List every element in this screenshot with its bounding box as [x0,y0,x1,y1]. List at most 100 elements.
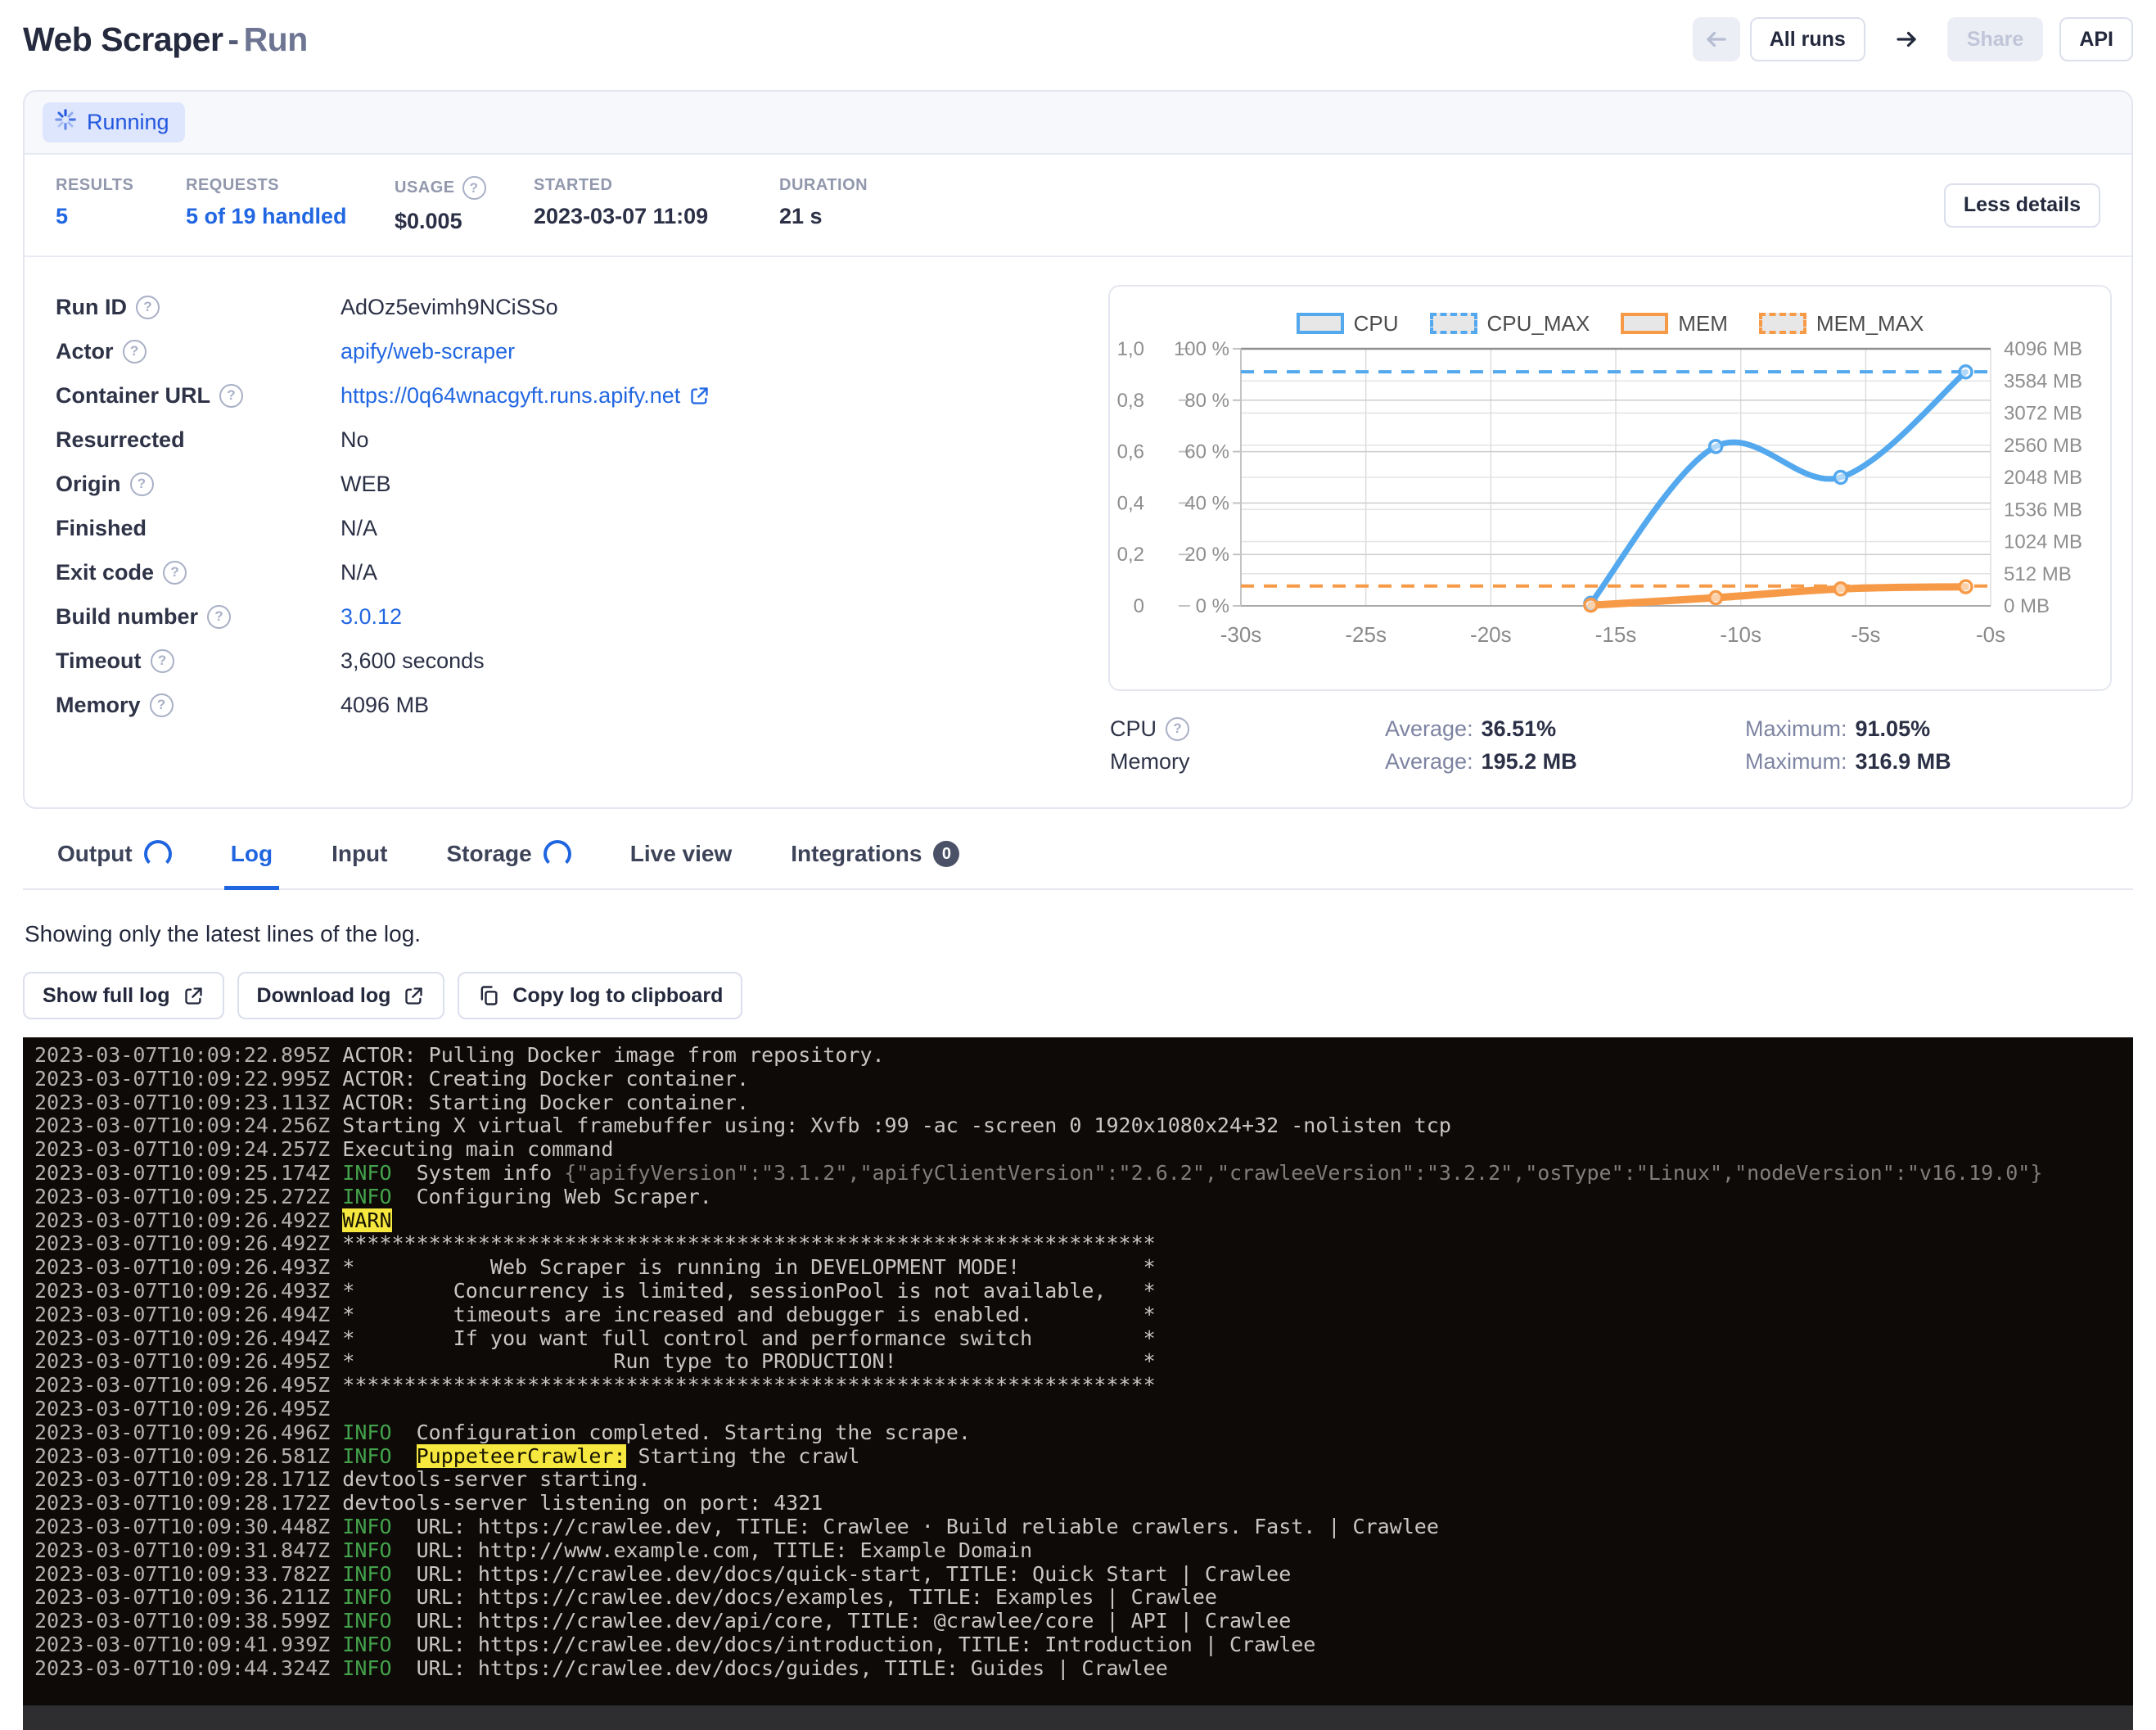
next-run-button[interactable] [1885,17,1928,61]
field-value-text: https://0q64wnacgyft.runs.apify.net [341,383,680,409]
log-segment-ts: 2023-03-07T10:09:26.493Z [34,1279,342,1303]
log-segment-msg: Starting the crawl [626,1444,860,1468]
page-title-separator: - [228,20,238,58]
field-value: 3,600 seconds [341,648,485,674]
less-details-button[interactable]: Less details [1944,183,2100,228]
log-segment-msg: ACTOR: Starting Docker container. [342,1091,749,1114]
tab-output[interactable]: Output [51,829,178,890]
help-question-icon[interactable]: ? [219,384,243,408]
usage-row-cpu: CPU?Average:36.51%Maximum:91.05% [1110,712,2112,745]
data-point-cpu [1834,472,1847,484]
help-question-icon[interactable]: ? [150,693,174,717]
tab-live-view[interactable]: Live view [624,829,739,890]
help-question-icon[interactable]: ? [136,296,160,319]
stat-label-text: DURATION [779,176,868,195]
stats: RESULTS 5REQUESTS 5 of 19 handledUSAGE? $0.… [56,176,959,234]
log-segment-hl: WARN [342,1208,391,1232]
usage-maximum-key: Maximum: [1745,749,1847,775]
help-question-icon[interactable]: ? [130,472,154,496]
field-label: Resurrected [56,427,341,453]
log-terminal[interactable]: 2023-03-07T10:09:22.895Z ACTOR: Pulling … [23,1037,2133,1730]
status-badge: Running [43,102,185,142]
chart-tick-label: 0,6 [1117,441,1144,463]
field-value: WEB [341,472,391,497]
field-label-text: Memory [56,693,141,718]
stat-label-text: REQUESTS [186,176,279,195]
help-question-icon[interactable]: ? [163,561,187,585]
stat-value[interactable]: 5 [56,204,186,229]
log-horizontal-scrollbar[interactable] [23,1705,2133,1730]
tab-integrations[interactable]: Integrations0 [784,829,966,890]
field-value[interactable]: https://0q64wnacgyft.runs.apify.net [341,383,710,409]
field-row-origin: Origin?WEB [56,462,1108,506]
field-label: Memory? [56,693,341,718]
all-runs-button[interactable]: All runs [1750,17,1865,61]
help-question-icon[interactable]: ? [123,340,147,364]
field-value-text: apify/web-scraper [341,339,515,364]
field-value[interactable]: 3.0.12 [341,604,402,630]
usage-maximum-value: 91.05% [1856,716,1931,742]
legend-swatch-cpu [1297,313,1344,334]
stat-value[interactable]: 5 of 19 handled [186,204,395,229]
spinner-icon [53,107,78,138]
show-full-log-button[interactable]: Show full log [23,972,224,1019]
legend-label: MEM_MAX [1816,311,1924,337]
tab-log[interactable]: Log [224,829,279,890]
stat-requests: REQUESTS 5 of 19 handled [186,176,395,234]
page-title-actor: Web Scraper [23,20,223,58]
log-segment-ts: 2023-03-07T10:09:24.256Z [34,1113,342,1137]
field-value[interactable]: apify/web-scraper [341,339,515,364]
chart-tick-label: -25s [1345,622,1387,647]
api-button[interactable]: API [2059,17,2133,61]
log-segment-msg: URL: https://crawlee.dev, TITLE: Crawlee… [392,1515,1439,1538]
field-label-text: Actor [56,339,114,364]
log-segment-ts: 2023-03-07T10:09:25.272Z [34,1185,342,1208]
data-point-mem [1960,580,1972,593]
log-segment-ts: 2023-03-07T10:09:23.113Z [34,1091,342,1114]
log-segment-info: INFO [342,1538,391,1562]
legend-swatch-cpu-max [1430,313,1477,334]
run-tabs: Output Log Input Storage Live view Integratio… [23,829,2133,890]
usage-label-text: CPU [1110,716,1157,742]
log-segment-ts: 2023-03-07T10:09:26.495Z [34,1397,342,1421]
chart-tick-label: 60 % [1184,441,1229,463]
usage-label: CPU? [1110,716,1385,742]
tab-storage[interactable]: Storage [440,829,577,890]
usage-label-text: Memory [1110,749,1190,775]
log-segment-info: INFO [342,1185,391,1208]
chart-tick-label: -20s [1470,622,1512,647]
stat-label-text: USAGE [395,178,455,197]
log-segment-ts: 2023-03-07T10:09:36.211Z [34,1585,342,1609]
log-segment-info: INFO [342,1633,391,1656]
data-point-cpu [1960,366,1972,378]
log-segment-ts: 2023-03-07T10:09:31.847Z [34,1538,342,1562]
stat-label-text: RESULTS [56,176,133,195]
run-page: Web Scraper-Run All runsShareAPI Running… [0,0,2156,1721]
log-segment-msg: devtools-server listening on port: 4321 [342,1491,823,1515]
log-segment-msg: URL: https://crawlee.dev/docs/introducti… [392,1633,1316,1656]
download-log-button[interactable]: Download log [237,972,445,1019]
field-row-memory: Memory?4096 MB [56,683,1108,727]
help-question-icon[interactable]: ? [1166,717,1189,741]
chart-tick-label: 4096 MB [2004,338,2082,360]
stat-value: $0.005 [395,209,534,234]
legend-item-cpu-max: CPU_MAX [1430,311,1590,337]
help-question-icon[interactable]: ? [462,176,486,200]
log-segment-info: INFO [342,1656,391,1680]
log-segment-ts: 2023-03-07T10:09:26.495Z [34,1373,342,1397]
tab-input[interactable]: Input [325,829,394,890]
copy-log-button[interactable]: Copy log to clipboard [458,972,742,1019]
stat-value: 2023-03-07 11:09 [534,204,779,229]
metrics-chart-card: CPUCPU_MAXMEMMEM_MAX 00,20,40,60,81,00 %… [1108,285,2112,691]
help-question-icon[interactable]: ? [207,605,231,629]
data-point-cpu [1710,440,1722,453]
data-point-mem [1585,599,1597,612]
log-segment-msg: Starting X virtual framebuffer using: Xv… [342,1113,1451,1137]
status-strip: Running [25,92,2131,155]
help-question-icon[interactable]: ? [151,649,174,673]
field-value-text: N/A [341,516,377,541]
copy-icon [477,984,500,1007]
log-segment-msg: Configuring Web Scraper. [392,1185,712,1208]
log-segment-msg: Configuration completed. Starting the sc… [392,1421,971,1444]
stat-label: STARTED [534,176,779,195]
